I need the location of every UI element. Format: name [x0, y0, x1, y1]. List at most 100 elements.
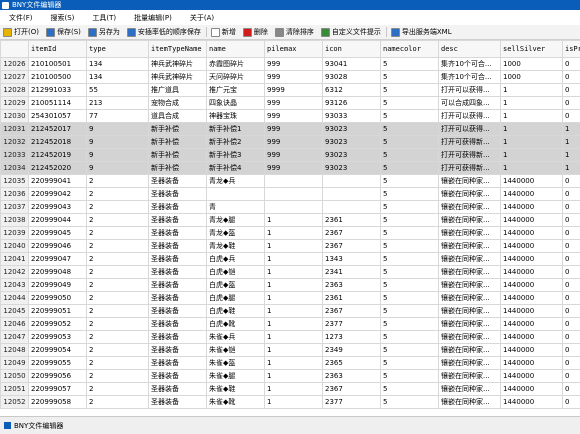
table-row[interactable]: 120442209990502圣器装备白虎◆腿123615镶嵌在同种家...14…: [1, 292, 580, 305]
cell-icon[interactable]: 93126: [323, 97, 381, 110]
toolbar-button-folder-open[interactable]: 打开(O): [0, 26, 43, 38]
cell-type[interactable]: 2: [87, 331, 149, 344]
cell-name[interactable]: 青龙◆腿: [207, 214, 265, 227]
cell-sellsilver[interactable]: 1440000: [501, 331, 563, 344]
cell-itemtypename[interactable]: 新手补偿: [149, 123, 207, 136]
cell-icon[interactable]: 2361: [323, 292, 381, 305]
cell-namecolor[interactable]: 5: [381, 175, 439, 188]
cell-desc[interactable]: 镶嵌在同种家...: [439, 214, 501, 227]
cell-itemtypename[interactable]: 新手补偿: [149, 149, 207, 162]
cell-icon[interactable]: 93023: [323, 162, 381, 175]
cell-icon[interactable]: 2365: [323, 357, 381, 370]
cell-pilemax[interactable]: 1: [265, 266, 323, 279]
cell-pilemax[interactable]: 999: [265, 97, 323, 110]
cell-ispro[interactable]: 0: [563, 253, 580, 266]
cell-type[interactable]: 2: [87, 253, 149, 266]
cell-itemtypename[interactable]: 新手补偿: [149, 162, 207, 175]
cell-itemtypename[interactable]: 圣器装备: [149, 214, 207, 227]
table-row[interactable]: 120482209990542圣器装备朱雀◆铠123495镶嵌在同种家...14…: [1, 344, 580, 357]
cell-namecolor[interactable]: 5: [381, 344, 439, 357]
cell-desc[interactable]: 镶嵌在同种家...: [439, 227, 501, 240]
cell-namecolor[interactable]: 5: [381, 240, 439, 253]
cell-name[interactable]: 新手补偿4: [207, 162, 265, 175]
cell-namecolor[interactable]: 5: [381, 214, 439, 227]
cell-itemid[interactable]: 220999054: [29, 344, 87, 357]
cell-desc[interactable]: 镶嵌在同种家...: [439, 396, 501, 409]
cell-name[interactable]: 朱雀◆铠: [207, 344, 265, 357]
cell-name[interactable]: 白虎◆鞋: [207, 305, 265, 318]
row-number[interactable]: 12040: [1, 240, 29, 253]
toolbar-button-delete[interactable]: 删除: [240, 26, 272, 38]
row-number[interactable]: 12029: [1, 97, 29, 110]
cell-pilemax[interactable]: 999: [265, 58, 323, 71]
cell-itemid[interactable]: 220999057: [29, 383, 87, 396]
table-row[interactable]: 120352209990412圣器装备青龙◆兵5镶嵌在同种家...1440000…: [1, 175, 580, 188]
cell-sellsilver[interactable]: 1440000: [501, 266, 563, 279]
cell-pilemax[interactable]: 999: [265, 149, 323, 162]
toolbar-button-save-order[interactable]: 安插率低的顺序保存: [124, 26, 205, 38]
cell-type[interactable]: 2: [87, 370, 149, 383]
cell-pilemax[interactable]: [265, 175, 323, 188]
cell-itemtypename[interactable]: 推广道具: [149, 84, 207, 97]
cell-itemid[interactable]: 212452019: [29, 149, 87, 162]
cell-itemtypename[interactable]: 圣器装备: [149, 396, 207, 409]
table-row[interactable]: 1202821299103355推广道具推广元宝999963125打开可以获得.…: [1, 84, 580, 97]
cell-desc[interactable]: 镶嵌在同种家...: [439, 331, 501, 344]
cell-sellsilver[interactable]: 1: [501, 136, 563, 149]
cell-itemtypename[interactable]: 圣器装备: [149, 305, 207, 318]
cell-itemtypename[interactable]: 圣器装备: [149, 370, 207, 383]
cell-icon[interactable]: 2341: [323, 266, 381, 279]
cell-icon[interactable]: 93023: [323, 123, 381, 136]
cell-itemid[interactable]: 212452018: [29, 136, 87, 149]
cell-icon[interactable]: 2367: [323, 305, 381, 318]
row-number[interactable]: 12045: [1, 305, 29, 318]
cell-type[interactable]: 9: [87, 123, 149, 136]
cell-desc[interactable]: 镶嵌在同种家...: [439, 188, 501, 201]
cell-itemid[interactable]: 210100500: [29, 71, 87, 84]
cell-type[interactable]: 213: [87, 97, 149, 110]
cell-ispro[interactable]: 0: [563, 292, 580, 305]
cell-desc[interactable]: 集齐10个可合...: [439, 58, 501, 71]
table-row[interactable]: 120422209990482圣器装备白虎◆铠123415镶嵌在同种家...14…: [1, 266, 580, 279]
menu-tools[interactable]: 工具(T): [83, 13, 125, 23]
cell-itemid[interactable]: 220999056: [29, 370, 87, 383]
cell-sellsilver[interactable]: 1440000: [501, 370, 563, 383]
cell-itemtypename[interactable]: 圣器装备: [149, 292, 207, 305]
cell-desc[interactable]: 镶嵌在同种家...: [439, 253, 501, 266]
row-number[interactable]: 12041: [1, 253, 29, 266]
cell-itemid[interactable]: 220999047: [29, 253, 87, 266]
cell-itemid[interactable]: 210100501: [29, 58, 87, 71]
toolbar-button-save-as[interactable]: 另存为: [85, 26, 124, 38]
cell-desc[interactable]: 打开可获得新...: [439, 149, 501, 162]
cell-desc[interactable]: 镶嵌在同种家...: [439, 318, 501, 331]
cell-name[interactable]: 白虎◆铠: [207, 266, 265, 279]
cell-ispro[interactable]: 0: [563, 331, 580, 344]
cell-icon[interactable]: 93033: [323, 110, 381, 123]
cell-sellsilver[interactable]: 1440000: [501, 188, 563, 201]
cell-desc[interactable]: 打开可以获得...: [439, 84, 501, 97]
cell-ispro[interactable]: 0: [563, 240, 580, 253]
cell-type[interactable]: 2: [87, 357, 149, 370]
cell-namecolor[interactable]: 5: [381, 149, 439, 162]
cell-sellsilver[interactable]: 1440000: [501, 214, 563, 227]
cell-itemid[interactable]: 220999053: [29, 331, 87, 344]
column-header-itemid[interactable]: itemId: [29, 41, 87, 58]
toolbar-button-export-xml[interactable]: 导出服务端XML: [388, 26, 456, 38]
cell-name[interactable]: 青: [207, 201, 265, 214]
cell-desc[interactable]: 镶嵌在同种家...: [439, 240, 501, 253]
cell-sellsilver[interactable]: 1440000: [501, 175, 563, 188]
cell-pilemax[interactable]: 1: [265, 279, 323, 292]
cell-name[interactable]: 四象诀晶: [207, 97, 265, 110]
cell-itemtypename[interactable]: 圣器装备: [149, 253, 207, 266]
row-number[interactable]: 12049: [1, 357, 29, 370]
cell-sellsilver[interactable]: 1440000: [501, 253, 563, 266]
row-number[interactable]: 12031: [1, 123, 29, 136]
cell-namecolor[interactable]: 5: [381, 227, 439, 240]
cell-sellsilver[interactable]: 1: [501, 84, 563, 97]
cell-type[interactable]: 2: [87, 240, 149, 253]
cell-type[interactable]: 77: [87, 110, 149, 123]
row-number[interactable]: 12047: [1, 331, 29, 344]
cell-namecolor[interactable]: 5: [381, 253, 439, 266]
table-row[interactable]: 120312124520179新手补偿新手补偿1999930235打开可以获得.…: [1, 123, 580, 136]
cell-sellsilver[interactable]: 1440000: [501, 227, 563, 240]
